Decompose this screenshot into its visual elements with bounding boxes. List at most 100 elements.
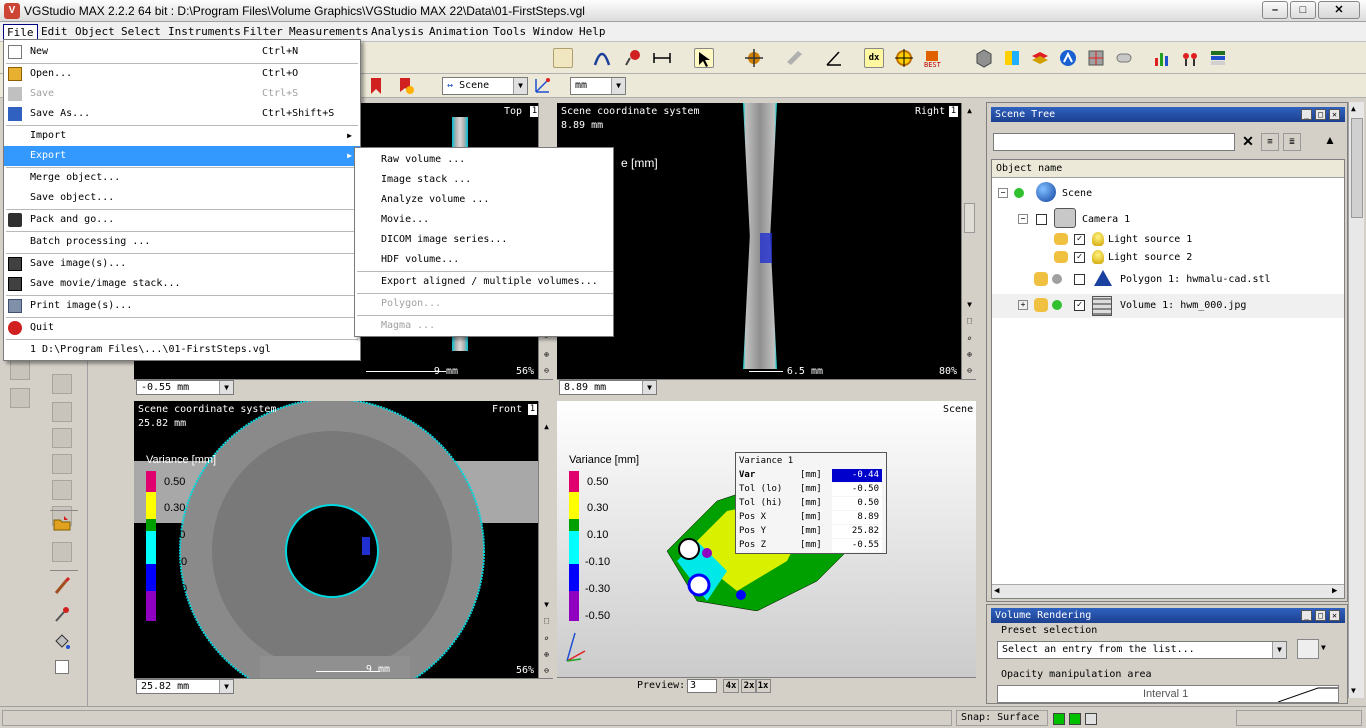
viewport-number[interactable]: 1 — [949, 106, 958, 117]
menu-item-recent-file[interactable]: 1 D:\Program Files\...\01-FirstSteps.vgl — [4, 340, 360, 360]
visibility-checkbox[interactable]: ✓ — [1074, 234, 1085, 245]
preview-stepper[interactable]: 3 — [687, 679, 717, 693]
zoom-icon[interactable]: ⌕ — [963, 333, 976, 345]
viewport-number[interactable]: 1 — [530, 106, 538, 117]
scroll-right-icon[interactable]: ▶ — [1332, 586, 1337, 596]
scroll-down-icon[interactable]: ▼ — [963, 299, 976, 311]
stack-icon[interactable] — [1208, 48, 1228, 68]
menu-window[interactable]: Window — [530, 24, 576, 40]
menu-select[interactable]: Select — [118, 24, 164, 40]
tool-icon[interactable] — [52, 542, 72, 562]
menu-animation[interactable]: Animation — [426, 24, 492, 40]
save-preset-icon[interactable] — [1297, 639, 1319, 659]
maximize-button[interactable]: □ — [1290, 1, 1316, 19]
scroll-thumb[interactable] — [1351, 118, 1363, 218]
menu-file[interactable]: File — [3, 24, 38, 40]
tubes-icon[interactable] — [1114, 48, 1134, 68]
curve-icon[interactable] — [592, 48, 612, 68]
clear-search-icon[interactable]: ✕ — [1239, 133, 1257, 151]
tool-icon[interactable] — [52, 374, 72, 394]
scene-tree-search-input[interactable] — [993, 133, 1235, 151]
menu-edit[interactable]: Edit — [38, 24, 71, 40]
color-swatch[interactable] — [55, 660, 69, 674]
tool-icon[interactable] — [52, 454, 72, 474]
tree-node-label[interactable]: Scene — [1062, 188, 1092, 199]
lock-icon[interactable] — [1034, 298, 1048, 312]
menu-help[interactable]: Help — [576, 24, 609, 40]
brush-icon[interactable] — [52, 576, 72, 596]
menu-filter[interactable]: Filter — [240, 24, 286, 40]
menu-item-merge-object[interactable]: Merge object... — [4, 168, 360, 188]
tree-node-label[interactable]: Volume 1: hwm_000.jpg — [1120, 300, 1246, 311]
distance-icon[interactable] — [652, 48, 672, 68]
zoom-fit-icon[interactable]: ⬚ — [540, 615, 553, 627]
viewport-front[interactable]: Scene coordinate system 25.82 mm Front 1… — [134, 401, 538, 678]
tool-icon[interactable] — [52, 428, 72, 448]
edit-bookmark-icon[interactable] — [396, 76, 416, 96]
dropper-icon[interactable] — [52, 604, 72, 624]
visibility-checkbox[interactable] — [1036, 214, 1047, 225]
menu-item-import[interactable]: Import ▶ — [4, 126, 360, 146]
probe-icon[interactable] — [624, 48, 644, 68]
menu-item-save-object[interactable]: Save object... — [4, 188, 360, 208]
grid-cube-icon[interactable] — [1086, 48, 1106, 68]
menu-item-export[interactable]: Export ▶ — [4, 146, 360, 166]
menu-item-save-images[interactable]: Save image(s)... — [4, 254, 360, 274]
filter-icon[interactable]: ≡ — [1261, 133, 1279, 151]
opacity-curve[interactable] — [1278, 686, 1338, 702]
probes-icon[interactable] — [1180, 48, 1200, 68]
menu-item-print-images[interactable]: Print image(s)... — [4, 296, 360, 316]
open-folder-icon[interactable] — [52, 514, 72, 534]
menu-item-hdf-volume[interactable]: HDF volume... — [355, 250, 613, 270]
menu-item-pack-and-go[interactable]: Pack and go... — [4, 210, 360, 230]
opacity-area[interactable]: Interval 1 — [997, 685, 1339, 703]
tree-node-label[interactable]: Light source 1 — [1108, 234, 1192, 245]
scroll-up-icon[interactable]: ▲ — [963, 105, 976, 117]
panel-minimize-button[interactable]: _ — [1301, 610, 1312, 621]
menu-item-image-stack[interactable]: Image stack ... — [355, 170, 613, 190]
right-panel-scrollbar[interactable]: ▲ ▼ — [1348, 102, 1364, 698]
panel-minimize-button[interactable]: _ — [1301, 109, 1312, 120]
expand-toggle[interactable]: − — [1018, 214, 1028, 224]
cube-icon[interactable] — [974, 48, 994, 68]
zoom-in-icon[interactable]: ⊕ — [540, 649, 553, 661]
move-icon[interactable] — [744, 48, 764, 68]
close-button[interactable]: ✕ — [1318, 1, 1360, 19]
lock-icon[interactable] — [1034, 272, 1048, 286]
expand-toggle[interactable]: − — [998, 188, 1008, 198]
menu-item-magma[interactable]: Magma ... — [355, 316, 613, 336]
zoom-1x-button[interactable]: 1x — [755, 679, 771, 693]
dx-icon[interactable]: dx — [864, 48, 884, 68]
visibility-dot[interactable] — [1014, 188, 1024, 198]
menu-item-export-aligned[interactable]: Export aligned / multiple volumes... — [355, 272, 613, 292]
tree-node-label[interactable]: Polygon 1: hwmalu-cad.stl — [1120, 274, 1271, 285]
visibility-dot[interactable] — [1052, 274, 1062, 284]
target-icon[interactable] — [894, 48, 914, 68]
zoom-in-icon[interactable]: ⊕ — [540, 349, 553, 361]
slice-position-field[interactable]: 8.89 mm ▼ — [559, 380, 657, 395]
menu-object[interactable]: Object — [72, 24, 118, 40]
visibility-dot[interactable] — [1052, 300, 1062, 310]
menu-item-batch-processing[interactable]: Batch processing ... — [4, 232, 360, 252]
bar-chart-icon[interactable] — [1152, 48, 1172, 68]
tree-node-label[interactable]: Light source 2 — [1108, 252, 1192, 263]
compass-icon[interactable] — [1058, 48, 1078, 68]
axes-icon[interactable] — [532, 76, 552, 96]
chevron-down-icon[interactable]: ▼ — [1321, 643, 1326, 652]
menu-item-analyze-volume[interactable]: Analyze volume ... — [355, 190, 613, 210]
menu-item-polygon[interactable]: Polygon... — [355, 294, 613, 314]
column-header[interactable]: Object name — [992, 160, 1344, 178]
tree-node-label[interactable]: Camera 1 — [1082, 214, 1130, 225]
expand-toggle[interactable]: + — [1018, 300, 1028, 310]
viewport-front-scrollbar[interactable]: ▲ ▼ ⬚ ⌕ ⊕ ⊖ — [538, 401, 553, 678]
zoom-out-icon[interactable]: ⊖ — [540, 365, 553, 377]
lock-icon[interactable] — [1054, 251, 1068, 263]
menu-instruments[interactable]: Instruments — [165, 24, 244, 40]
minimize-button[interactable]: – — [1262, 1, 1288, 19]
zoom-out-icon[interactable]: ⊖ — [963, 365, 976, 377]
tool-icon[interactable] — [10, 360, 30, 380]
bookmark-icon[interactable] — [366, 76, 386, 96]
filter-tools-icon[interactable]: ≣ — [1283, 133, 1301, 151]
menu-item-movie[interactable]: Movie... — [355, 210, 613, 230]
zoom-out-icon[interactable]: ⊖ — [540, 665, 553, 677]
